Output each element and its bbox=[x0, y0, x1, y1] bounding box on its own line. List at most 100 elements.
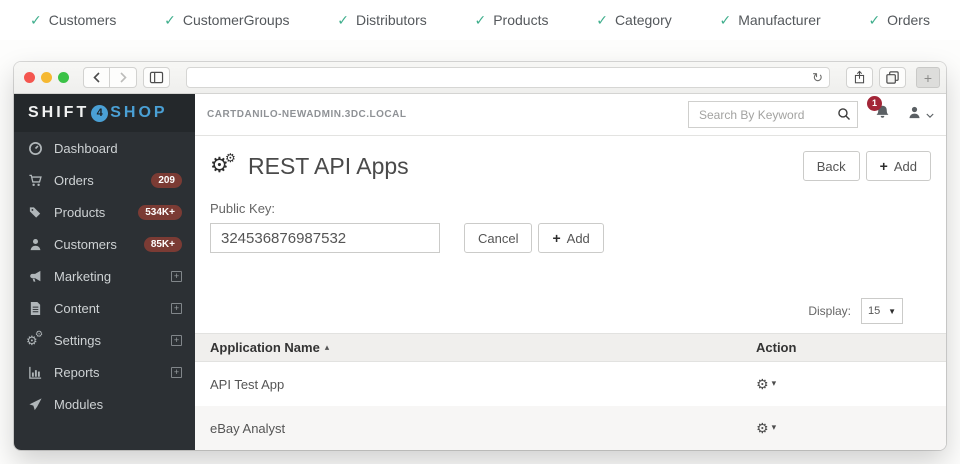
cogs-icon: ⚙ ⚙ bbox=[210, 153, 238, 179]
share-icon[interactable] bbox=[846, 67, 873, 88]
check-icon: ✓ bbox=[719, 12, 731, 29]
row-action-menu[interactable]: ⚙ ▾ bbox=[756, 377, 776, 391]
check-icon: ✓ bbox=[474, 12, 486, 29]
notification-count-badge: 1 bbox=[867, 96, 882, 111]
column-application-name[interactable]: Application Name ▴ bbox=[195, 340, 756, 355]
app-name-cell: eBay Analyst bbox=[195, 421, 756, 436]
sidebar-item-label: Marketing bbox=[54, 269, 111, 284]
sidebar-item-orders[interactable]: Orders 209 bbox=[14, 164, 195, 196]
expand-icon[interactable]: + bbox=[171, 367, 182, 378]
add-button[interactable]: + Add bbox=[866, 151, 931, 181]
sidebar-item-label: Orders bbox=[54, 173, 94, 188]
sidebar-item-label: Settings bbox=[54, 333, 101, 348]
action-cell: ⚙ ▾ bbox=[756, 377, 946, 392]
public-key-label: Public Key: bbox=[210, 201, 931, 216]
user-icon bbox=[907, 105, 922, 125]
dashboard-icon bbox=[27, 141, 44, 156]
zoom-window-button[interactable] bbox=[58, 72, 69, 83]
sidebar-item-marketing[interactable]: Marketing + bbox=[14, 260, 195, 292]
app-name-cell: API Test App bbox=[195, 377, 756, 392]
notifications-button[interactable]: 1 bbox=[874, 104, 891, 126]
task-item-label: Manufacturer bbox=[738, 12, 820, 28]
check-icon: ✓ bbox=[164, 12, 176, 29]
api-apps-table: Application Name ▴ Action API Test App ⚙ bbox=[195, 333, 946, 450]
sidebar-item-dashboard[interactable]: Dashboard bbox=[14, 132, 195, 164]
sidebar-item-label: Customers bbox=[54, 237, 117, 252]
breadcrumb: CARTDANILO-NEWADMIN.3DC.LOCAL bbox=[207, 109, 407, 120]
column-action: Action bbox=[756, 340, 946, 355]
cancel-button[interactable]: Cancel bbox=[464, 223, 532, 253]
customers-count-badge: 85K+ bbox=[144, 237, 182, 252]
person-icon bbox=[27, 237, 44, 252]
logo-text-shift: SHIFT bbox=[28, 104, 89, 122]
gears-icon: ⚙ ⚙ bbox=[27, 332, 44, 348]
task-item-customergroups: ✓ CustomerGroups bbox=[164, 12, 289, 29]
cart-icon bbox=[27, 173, 44, 188]
sidebar-item-products[interactable]: Products 534K+ bbox=[14, 196, 195, 228]
reload-icon[interactable]: ↻ bbox=[812, 69, 823, 87]
back-button[interactable]: Back bbox=[803, 151, 860, 181]
bar-chart-icon bbox=[27, 365, 44, 380]
task-item-manufacturer: ✓ Manufacturer bbox=[719, 12, 820, 29]
page-title: REST API Apps bbox=[248, 153, 409, 180]
public-key-row: Cancel + Add bbox=[210, 223, 931, 253]
tab-overview-icon[interactable] bbox=[879, 67, 906, 88]
caret-down-icon: ▾ bbox=[772, 378, 777, 389]
browser-toolbar: ↻ + bbox=[14, 62, 946, 94]
products-count-badge: 534K+ bbox=[138, 205, 182, 220]
sidebar-item-reports[interactable]: Reports + bbox=[14, 356, 195, 388]
sidebar-toggle-icon[interactable] bbox=[143, 67, 170, 88]
task-item-label: Orders bbox=[887, 12, 930, 28]
task-item-label: Products bbox=[493, 12, 548, 28]
expand-icon[interactable]: + bbox=[171, 303, 182, 314]
check-icon: ✓ bbox=[868, 12, 880, 29]
task-item-category: ✓ Category bbox=[596, 12, 672, 29]
search-input[interactable] bbox=[688, 101, 858, 128]
sidebar-item-modules[interactable]: Modules bbox=[14, 388, 195, 420]
screenshot-root: { "icons": { "check": "✓", "plus": "+", … bbox=[0, 0, 960, 464]
page-title-row: ⚙ ⚙ REST API Apps Back + Add bbox=[195, 136, 946, 195]
task-item-products: ✓ Products bbox=[474, 12, 548, 29]
display-label: Display: bbox=[808, 304, 851, 318]
display-count-select[interactable]: 15 ▼ bbox=[861, 298, 903, 324]
select-arrow-icon: ▼ bbox=[888, 307, 896, 316]
browser-window: ↻ + SHIFT 4 SHOP Dashboard bbox=[14, 62, 946, 450]
action-cell: ⚙ ▾ bbox=[756, 421, 946, 436]
header-actions: 1 bbox=[688, 101, 934, 128]
task-item-distributors: ✓ Distributors bbox=[337, 12, 427, 29]
task-status-bar: ✓ Customers ✓ CustomerGroups ✓ Distribut… bbox=[0, 0, 960, 40]
forward-nav-icon[interactable] bbox=[110, 67, 137, 88]
table-row: API Test App ⚙ ▾ bbox=[195, 362, 946, 406]
admin-app: SHIFT 4 SHOP Dashboard Orders 209 bbox=[14, 94, 946, 450]
expand-icon[interactable]: + bbox=[171, 335, 182, 346]
public-key-section: Public Key: Cancel + Add bbox=[195, 195, 946, 253]
check-icon: ✓ bbox=[596, 12, 608, 29]
main-content: CARTDANILO-NEWADMIN.3DC.LOCAL 1 bbox=[195, 94, 946, 450]
search-icon[interactable] bbox=[837, 107, 851, 126]
document-icon bbox=[27, 301, 44, 316]
row-action-menu[interactable]: ⚙ ▾ bbox=[756, 421, 776, 435]
back-nav-icon[interactable] bbox=[83, 67, 110, 88]
sidebar-item-settings[interactable]: ⚙ ⚙ Settings + bbox=[14, 324, 195, 356]
minimize-window-button[interactable] bbox=[41, 72, 52, 83]
logo-badge-4: 4 bbox=[91, 105, 108, 122]
admin-sidebar: SHIFT 4 SHOP Dashboard Orders 209 bbox=[14, 94, 195, 450]
close-window-button[interactable] bbox=[24, 72, 35, 83]
expand-icon[interactable]: + bbox=[171, 271, 182, 282]
task-item-label: CustomerGroups bbox=[183, 12, 290, 28]
rocket-icon bbox=[27, 397, 44, 412]
table-row: eBay Analyst ⚙ ▾ bbox=[195, 406, 946, 450]
sidebar-item-customers[interactable]: Customers 85K+ bbox=[14, 228, 195, 260]
confirm-add-button[interactable]: + Add bbox=[538, 223, 603, 253]
public-key-input[interactable] bbox=[210, 223, 440, 253]
admin-header: CARTDANILO-NEWADMIN.3DC.LOCAL 1 bbox=[195, 94, 946, 136]
orders-count-badge: 209 bbox=[151, 173, 182, 188]
task-item-customers: ✓ Customers bbox=[30, 12, 116, 29]
address-bar[interactable]: ↻ bbox=[186, 67, 830, 88]
table-header: Application Name ▴ Action bbox=[195, 333, 946, 362]
sidebar-item-content[interactable]: Content + bbox=[14, 292, 195, 324]
account-menu-button[interactable] bbox=[907, 105, 934, 125]
shift4shop-logo: SHIFT 4 SHOP bbox=[14, 94, 195, 132]
plus-icon: + bbox=[880, 158, 888, 174]
new-tab-button[interactable]: + bbox=[916, 67, 940, 88]
